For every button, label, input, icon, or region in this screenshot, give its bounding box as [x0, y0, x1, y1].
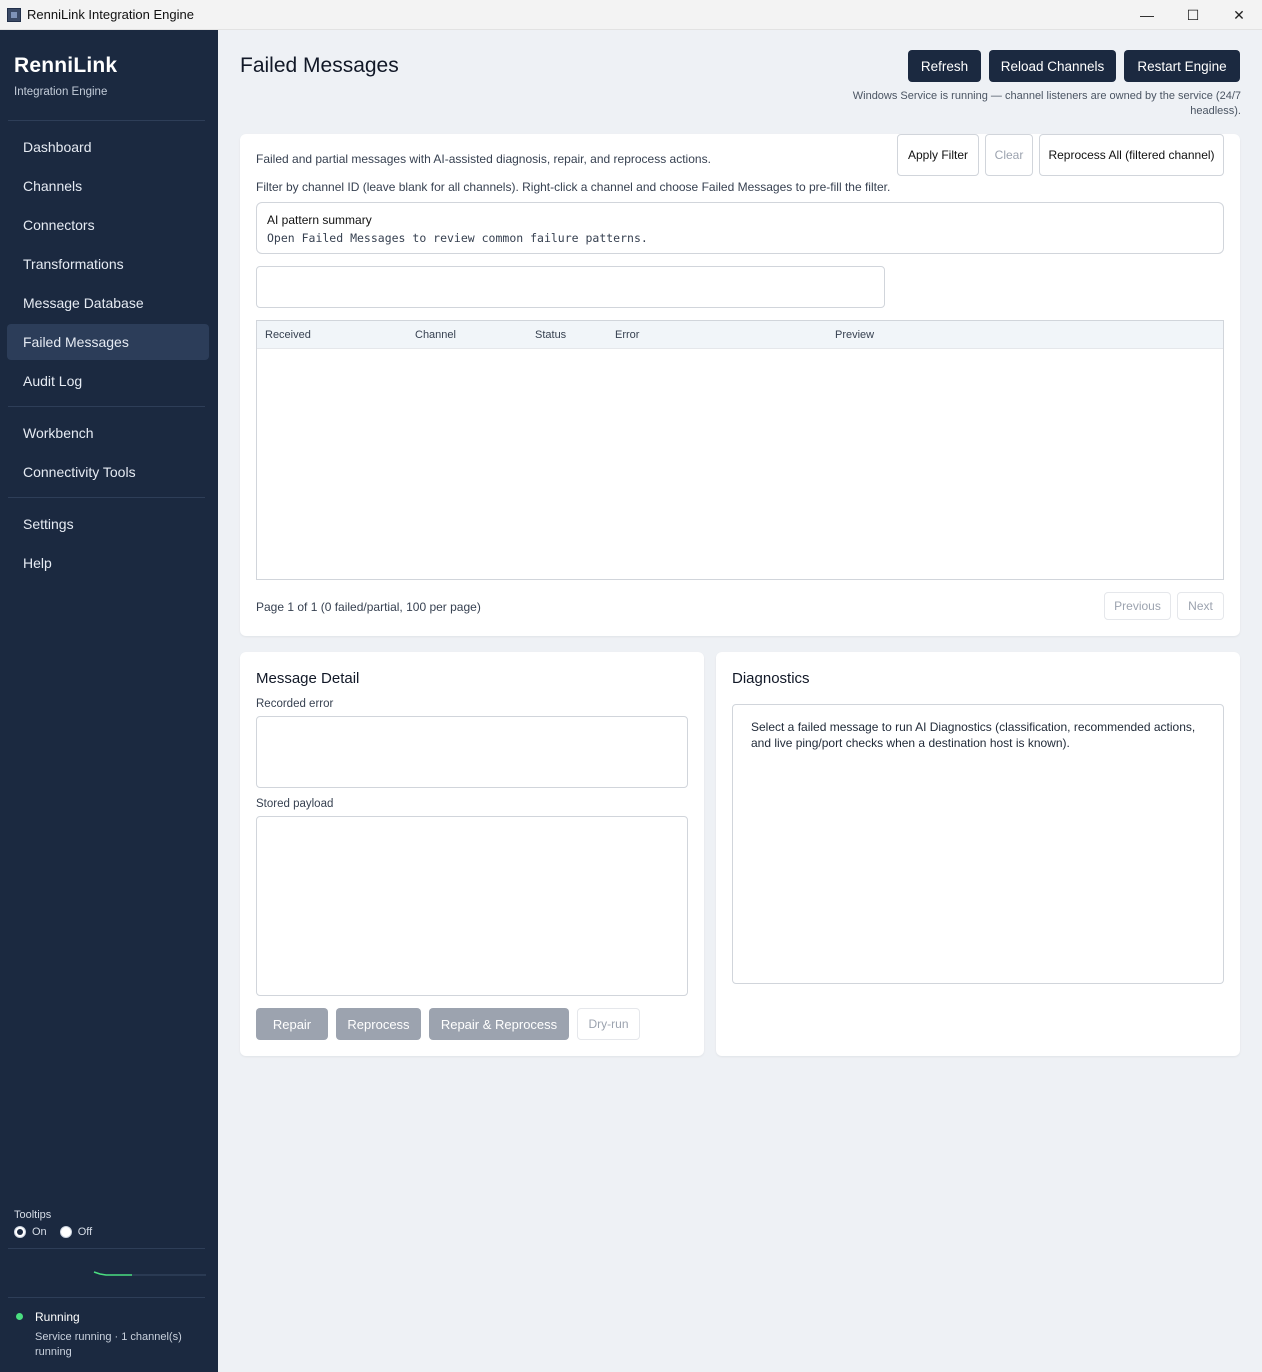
app-icon	[7, 7, 21, 22]
tooltips-on-radio[interactable]	[14, 1226, 26, 1238]
tooltips-label: Tooltips	[14, 1209, 52, 1221]
repair-reprocess-button[interactable]: Repair & Reprocess	[429, 1008, 569, 1040]
window-controls: — ☐ ✕	[1124, 0, 1262, 30]
brand: RenniLink Integration Engine	[14, 54, 117, 98]
clear-filter-button[interactable]: Clear	[985, 134, 1033, 176]
divider	[8, 406, 205, 407]
sidebar-item-workbench[interactable]: Workbench	[7, 415, 209, 451]
reprocess-button[interactable]: Reprocess	[336, 1008, 421, 1040]
ai-pattern-summary: AI pattern summary Open Failed Messages …	[256, 202, 1224, 254]
sidebar-item-message-database[interactable]: Message Database	[7, 285, 209, 321]
repair-button[interactable]: Repair	[256, 1008, 328, 1040]
column-preview[interactable]: Preview	[835, 329, 874, 341]
previous-page-button[interactable]: Previous	[1104, 592, 1171, 620]
tooltips-off-label: Off	[77, 1226, 93, 1238]
sidebar-item-connectivity-tools[interactable]: Connectivity Tools	[7, 454, 209, 490]
status-title: Running	[35, 1310, 80, 1324]
panel-description: Failed and partial messages with AI-assi…	[256, 152, 711, 166]
restart-engine-button[interactable]: Restart Engine	[1124, 50, 1240, 82]
ai-summary-title: AI pattern summary	[267, 213, 372, 227]
sidebar-item-dashboard[interactable]: Dashboard	[7, 129, 209, 165]
brand-name: RenniLink	[14, 54, 118, 77]
failed-messages-card: Failed and partial messages with AI-assi…	[240, 134, 1240, 636]
diagnostics-title: Diagnostics	[732, 670, 810, 687]
title-bar: RenniLink Integration Engine — ☐ ✕	[0, 0, 1262, 30]
page-title: Failed Messages	[240, 54, 399, 77]
failed-messages-table[interactable]: Received Channel Status Error Preview	[256, 320, 1224, 580]
window-title: RenniLink Integration Engine	[27, 7, 194, 22]
divider	[8, 1297, 205, 1298]
sidebar-item-connectors[interactable]: Connectors	[7, 207, 209, 243]
sidebar-item-settings[interactable]: Settings	[7, 506, 209, 542]
pagination-info: Page 1 of 1 (0 failed/partial, 100 per p…	[256, 600, 481, 614]
maximize-icon[interactable]: ☐	[1170, 0, 1216, 30]
sidebar: RenniLink Integration Engine Dashboard C…	[0, 30, 218, 1372]
tooltips-on-label: On	[32, 1226, 47, 1238]
sidebar-item-transformations[interactable]: Transformations	[7, 246, 209, 282]
recorded-error-label: Recorded error	[256, 698, 334, 710]
message-detail-title: Message Detail	[256, 670, 360, 687]
tooltips-radio-group: On Off	[14, 1226, 105, 1238]
message-detail-card: Message Detail Recorded error Stored pay…	[240, 652, 704, 1056]
diagnostics-card: Diagnostics Select a failed message to r…	[716, 652, 1240, 1056]
dry-run-button[interactable]: Dry-run	[577, 1008, 640, 1040]
channel-filter-input[interactable]	[256, 266, 885, 308]
reload-channels-button[interactable]: Reload Channels	[989, 50, 1116, 82]
ai-summary-text: Open Failed Messages to review common fa…	[267, 231, 648, 245]
minimize-icon[interactable]: —	[1124, 0, 1170, 30]
close-icon[interactable]: ✕	[1216, 0, 1262, 30]
divider	[8, 497, 205, 498]
stored-payload-label: Stored payload	[256, 798, 334, 810]
column-status[interactable]: Status	[535, 329, 566, 341]
service-status-note: Windows Service is running — channel lis…	[852, 90, 1241, 117]
recorded-error-field[interactable]	[256, 716, 688, 788]
next-page-button[interactable]: Next	[1177, 592, 1224, 620]
activity-sparkline	[93, 1271, 206, 1276]
tooltips-off-radio[interactable]	[59, 1226, 72, 1238]
reprocess-all-button[interactable]: Reprocess All (filtered channel)	[1039, 134, 1224, 176]
column-error[interactable]: Error	[615, 329, 639, 341]
stored-payload-field[interactable]	[256, 816, 688, 996]
filter-hint: Filter by channel ID (leave blank for al…	[256, 180, 891, 194]
column-received[interactable]: Received	[265, 329, 311, 341]
refresh-button[interactable]: Refresh	[908, 50, 981, 82]
apply-filter-button[interactable]: Apply Filter	[897, 134, 979, 176]
sidebar-item-failed-messages[interactable]: Failed Messages	[7, 324, 209, 360]
status-detail: Service running · 1 channel(s) running	[35, 1331, 182, 1358]
column-channel[interactable]: Channel	[415, 329, 456, 341]
sidebar-item-audit-log[interactable]: Audit Log	[7, 363, 209, 399]
divider	[8, 120, 205, 121]
status-indicator-icon	[16, 1313, 23, 1320]
divider	[8, 1248, 205, 1249]
table-header: Received Channel Status Error Preview	[257, 321, 1223, 349]
diagnostics-text: Select a failed message to run AI Diagno…	[751, 720, 1196, 750]
sidebar-item-help[interactable]: Help	[7, 545, 209, 581]
diagnostics-output[interactable]: Select a failed message to run AI Diagno…	[732, 704, 1224, 984]
brand-subtitle: Integration Engine	[14, 86, 108, 98]
sidebar-item-channels[interactable]: Channels	[7, 168, 209, 204]
